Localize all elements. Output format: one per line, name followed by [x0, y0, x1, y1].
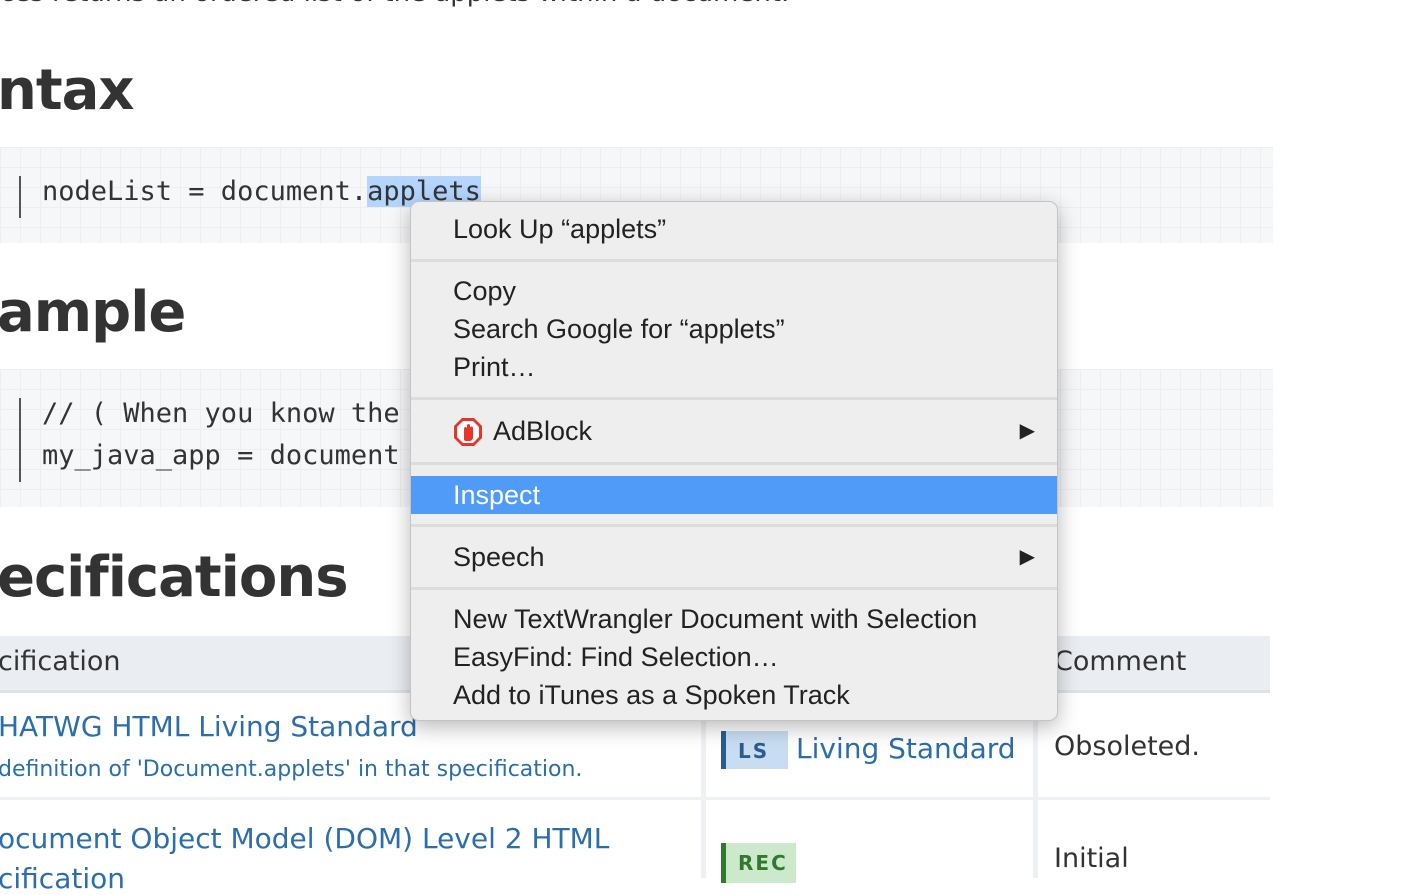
menu-item-label: New TextWrangler Document with Selection	[453, 604, 978, 634]
syntax-heading: ntax	[0, 58, 135, 123]
row-divider	[0, 797, 1270, 800]
menu-item-look-up[interactable]: Look Up “applets”	[411, 210, 1057, 248]
menu-separator	[411, 524, 1057, 527]
status-badge-ls: LS	[721, 731, 788, 769]
menu-separator	[411, 587, 1057, 590]
status-badge-rec: REC	[721, 843, 796, 883]
menu-item-label: AdBlock	[493, 416, 593, 446]
adblock-icon	[454, 418, 482, 446]
table-header-comment: Comment	[1054, 646, 1187, 677]
context-menu: Look Up “applets” Copy Search Google for…	[410, 201, 1058, 721]
menu-item-easyfind[interactable]: EasyFind: Find Selection…	[411, 638, 1057, 676]
specifications-heading: ecifications	[0, 545, 349, 610]
menu-item-adblock[interactable]: AdBlock ▶	[411, 412, 1057, 450]
menu-item-print[interactable]: Print…	[411, 348, 1057, 386]
spec-definition-link[interactable]: definition of 'Document.applets' in that…	[0, 757, 582, 782]
menu-item-label: EasyFind: Find Selection…	[453, 642, 779, 672]
syntax-code-text: nodeList = document.	[42, 176, 368, 207]
example-code-line-1: // ( When you know the	[42, 398, 400, 429]
menu-item-textwrangler[interactable]: New TextWrangler Document with Selection	[411, 600, 1057, 638]
example-heading: ample	[0, 280, 186, 345]
menu-item-label: Speech	[453, 542, 545, 572]
menu-item-label: Look Up “applets”	[453, 214, 667, 244]
menu-separator	[411, 397, 1057, 400]
menu-separator	[411, 462, 1057, 465]
menu-item-label: Inspect	[453, 480, 541, 510]
menu-item-speech[interactable]: Speech ▶	[411, 538, 1057, 576]
menu-item-label: Add to iTunes as a Spoken Track	[453, 680, 850, 710]
submenu-arrow-icon: ▶	[1019, 546, 1035, 568]
menu-item-copy[interactable]: Copy	[411, 272, 1057, 310]
menu-item-search-google[interactable]: Search Google for “applets”	[411, 310, 1057, 348]
menu-separator	[411, 259, 1057, 262]
code-left-bar	[19, 176, 21, 218]
spec-link-whatwg[interactable]: HATWG HTML Living Standard	[0, 710, 418, 743]
menu-item-label: Search Google for “applets”	[453, 314, 785, 344]
code-left-bar	[19, 398, 21, 482]
table-header-specification: cification	[0, 646, 121, 677]
status-link-living-standard[interactable]: Living Standard	[796, 732, 1016, 765]
spec-link-dom-level2[interactable]: ocument Object Model (DOM) Level 2 HTML	[0, 822, 609, 855]
comment-cell: Obsoleted.	[1054, 731, 1201, 762]
comment-cell: Initial	[1054, 843, 1129, 874]
spec-link-dom-level2-cont[interactable]: cification	[0, 862, 125, 895]
intro-text: ces returns an ordered list of the apple…	[0, 0, 789, 8]
menu-item-label: Print…	[453, 352, 536, 382]
menu-item-inspect[interactable]: Inspect	[411, 476, 1057, 514]
menu-item-add-to-itunes[interactable]: Add to iTunes as a Spoken Track	[411, 676, 1057, 714]
menu-item-label: Copy	[453, 276, 517, 306]
example-code-line-2: my_java_app = document	[42, 440, 400, 471]
submenu-arrow-icon: ▶	[1019, 420, 1035, 442]
